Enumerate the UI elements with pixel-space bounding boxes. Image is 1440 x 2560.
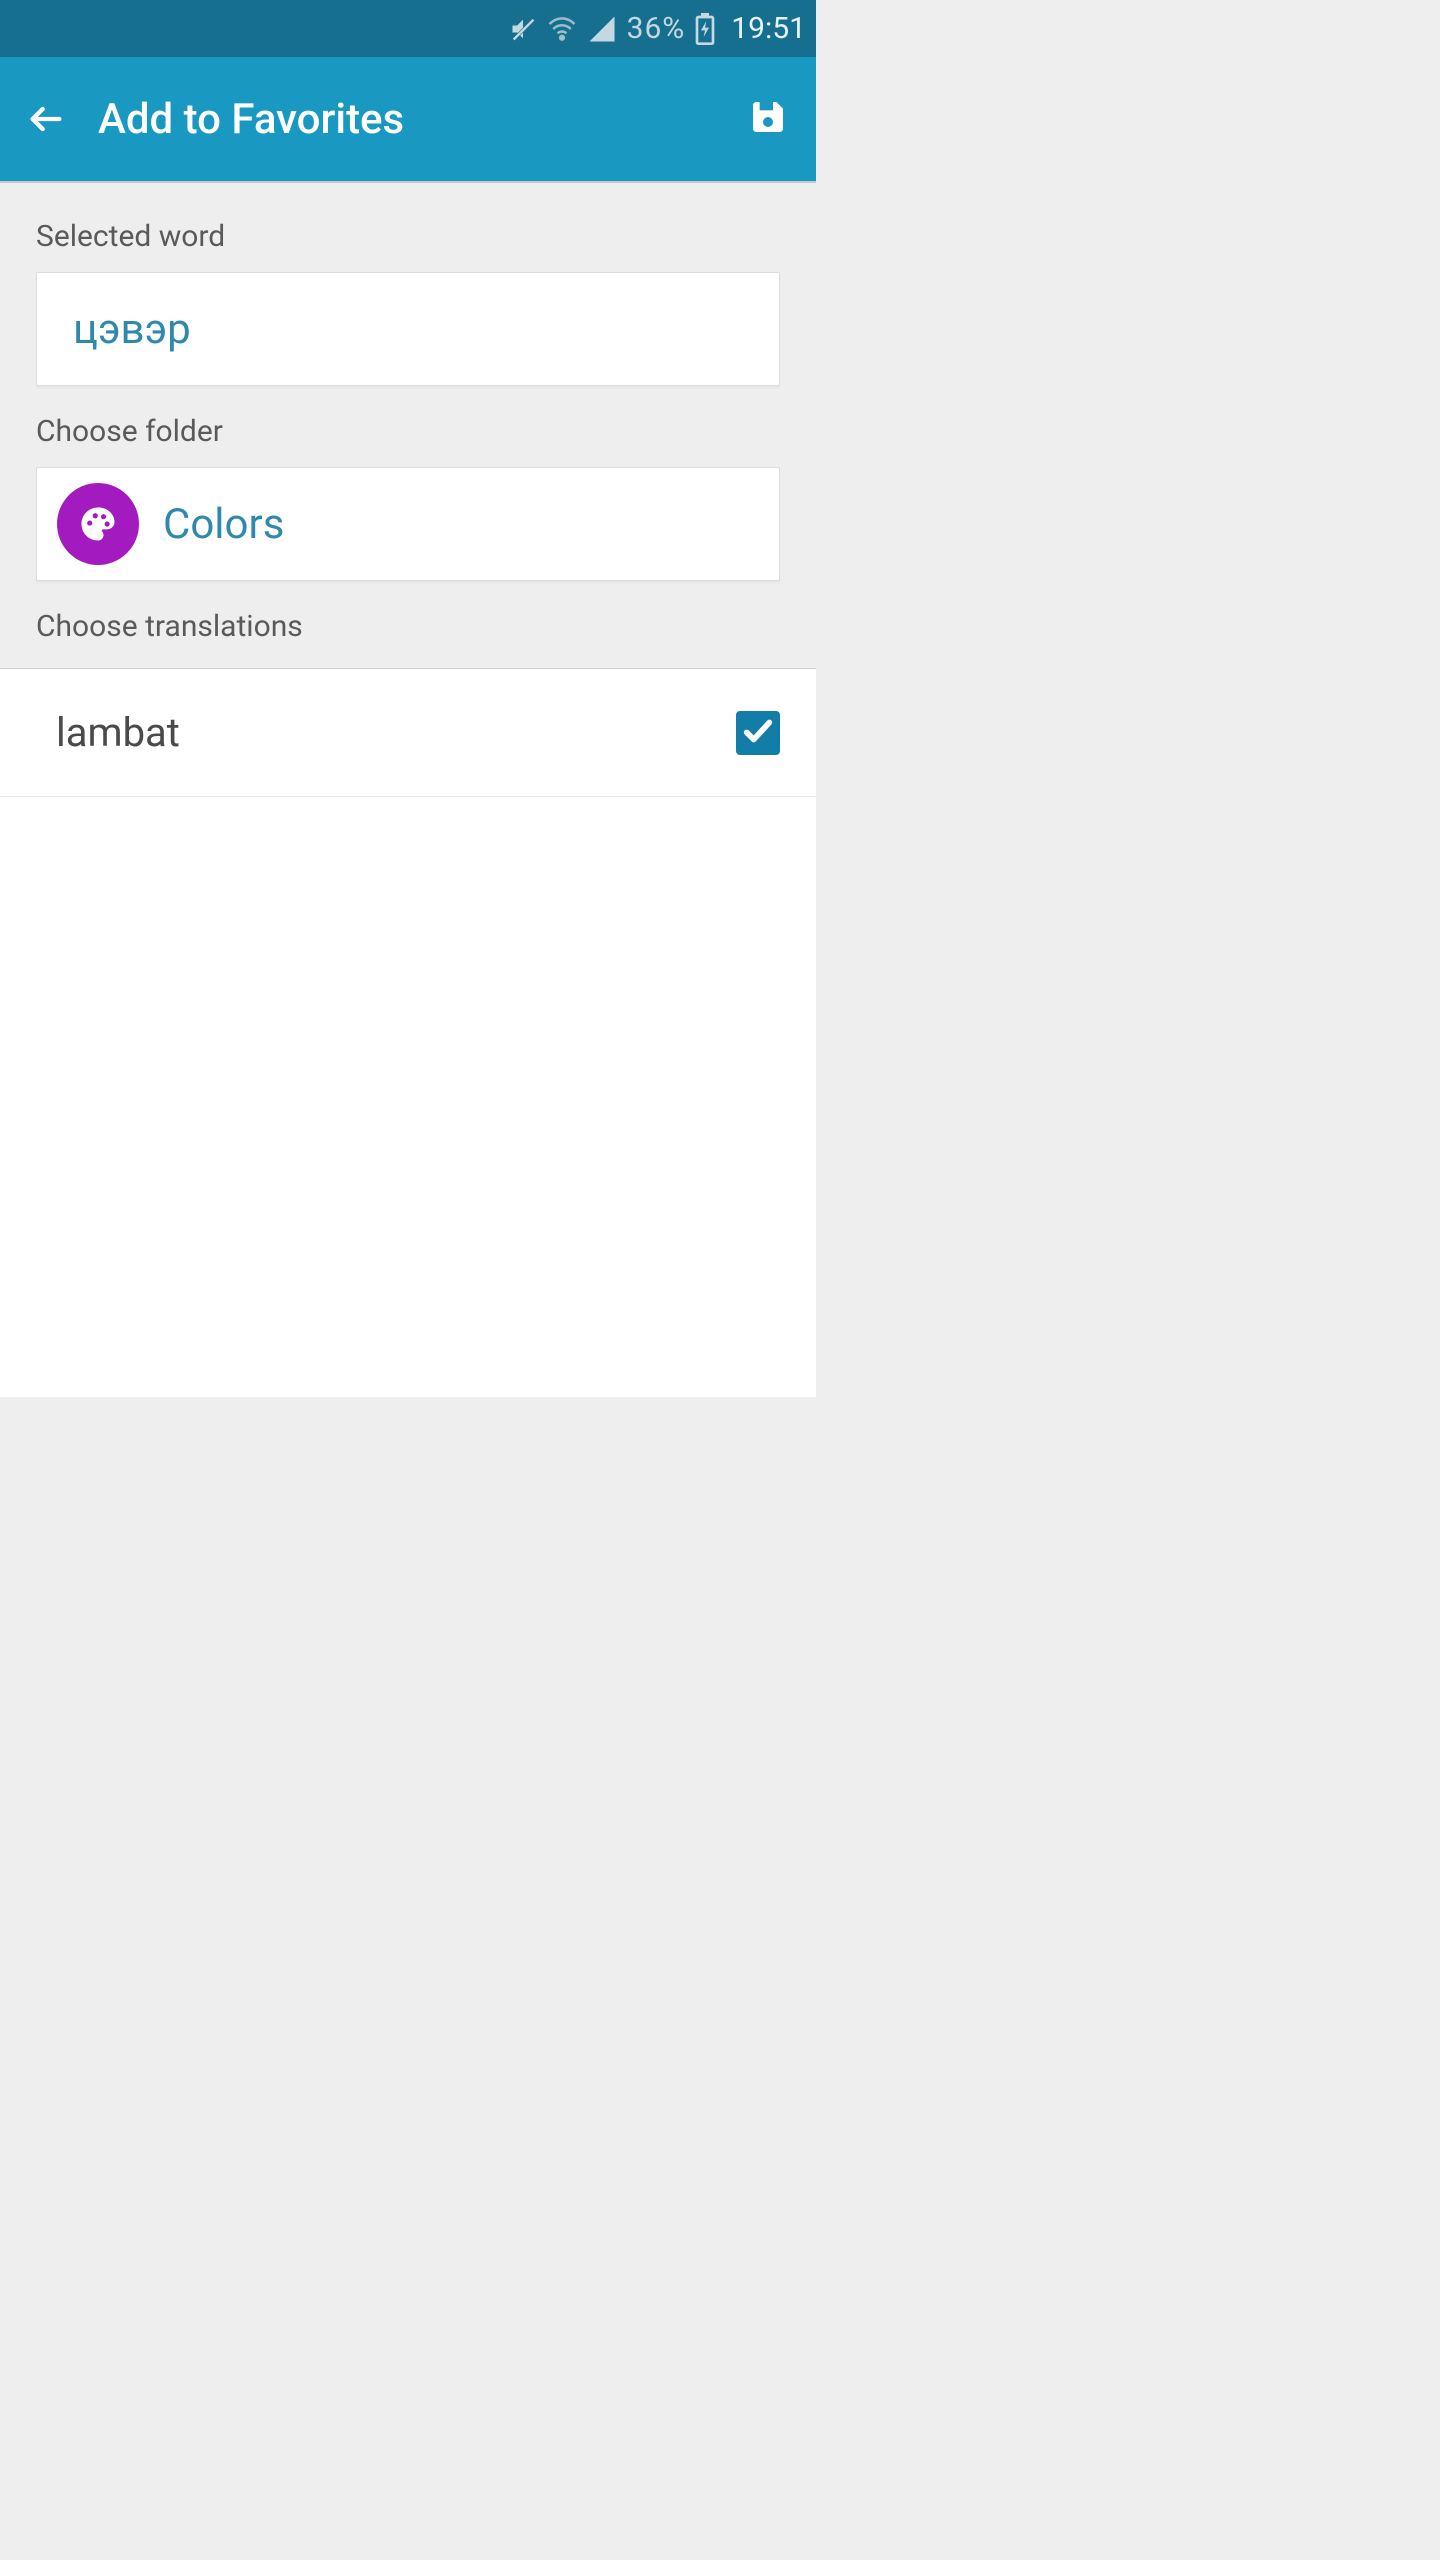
selected-word-card[interactable]: цэвэр — [36, 272, 780, 386]
palette-icon — [57, 483, 139, 565]
save-icon — [748, 97, 788, 141]
battery-percentage: 36% — [627, 11, 686, 46]
page-title: Add to Favorites — [98, 95, 714, 144]
label-choose-folder: Choose folder — [0, 386, 816, 467]
save-button[interactable] — [744, 95, 792, 143]
clock: 19:51 — [731, 11, 806, 46]
back-button[interactable] — [24, 97, 68, 141]
translation-checkbox[interactable] — [736, 711, 780, 755]
folder-selector[interactable]: Colors — [36, 467, 780, 581]
status-bar: 36% 19:51 — [0, 0, 816, 57]
checkmark-icon — [741, 714, 775, 752]
translations-list: lambat — [0, 669, 816, 797]
folder-name: Colors — [163, 500, 284, 549]
translation-text: lambat — [56, 709, 736, 756]
wifi-icon — [547, 14, 577, 44]
volume-mute-icon — [509, 15, 537, 43]
cellular-signal-icon — [587, 14, 617, 44]
translation-row[interactable]: lambat — [0, 669, 816, 797]
label-selected-word: Selected word — [0, 183, 816, 272]
selected-word-text: цэвэр — [73, 305, 191, 354]
app-bar: Add to Favorites — [0, 57, 816, 183]
label-choose-translations: Choose translations — [0, 581, 816, 669]
battery-charging-icon — [695, 13, 715, 45]
empty-area — [0, 797, 816, 1397]
